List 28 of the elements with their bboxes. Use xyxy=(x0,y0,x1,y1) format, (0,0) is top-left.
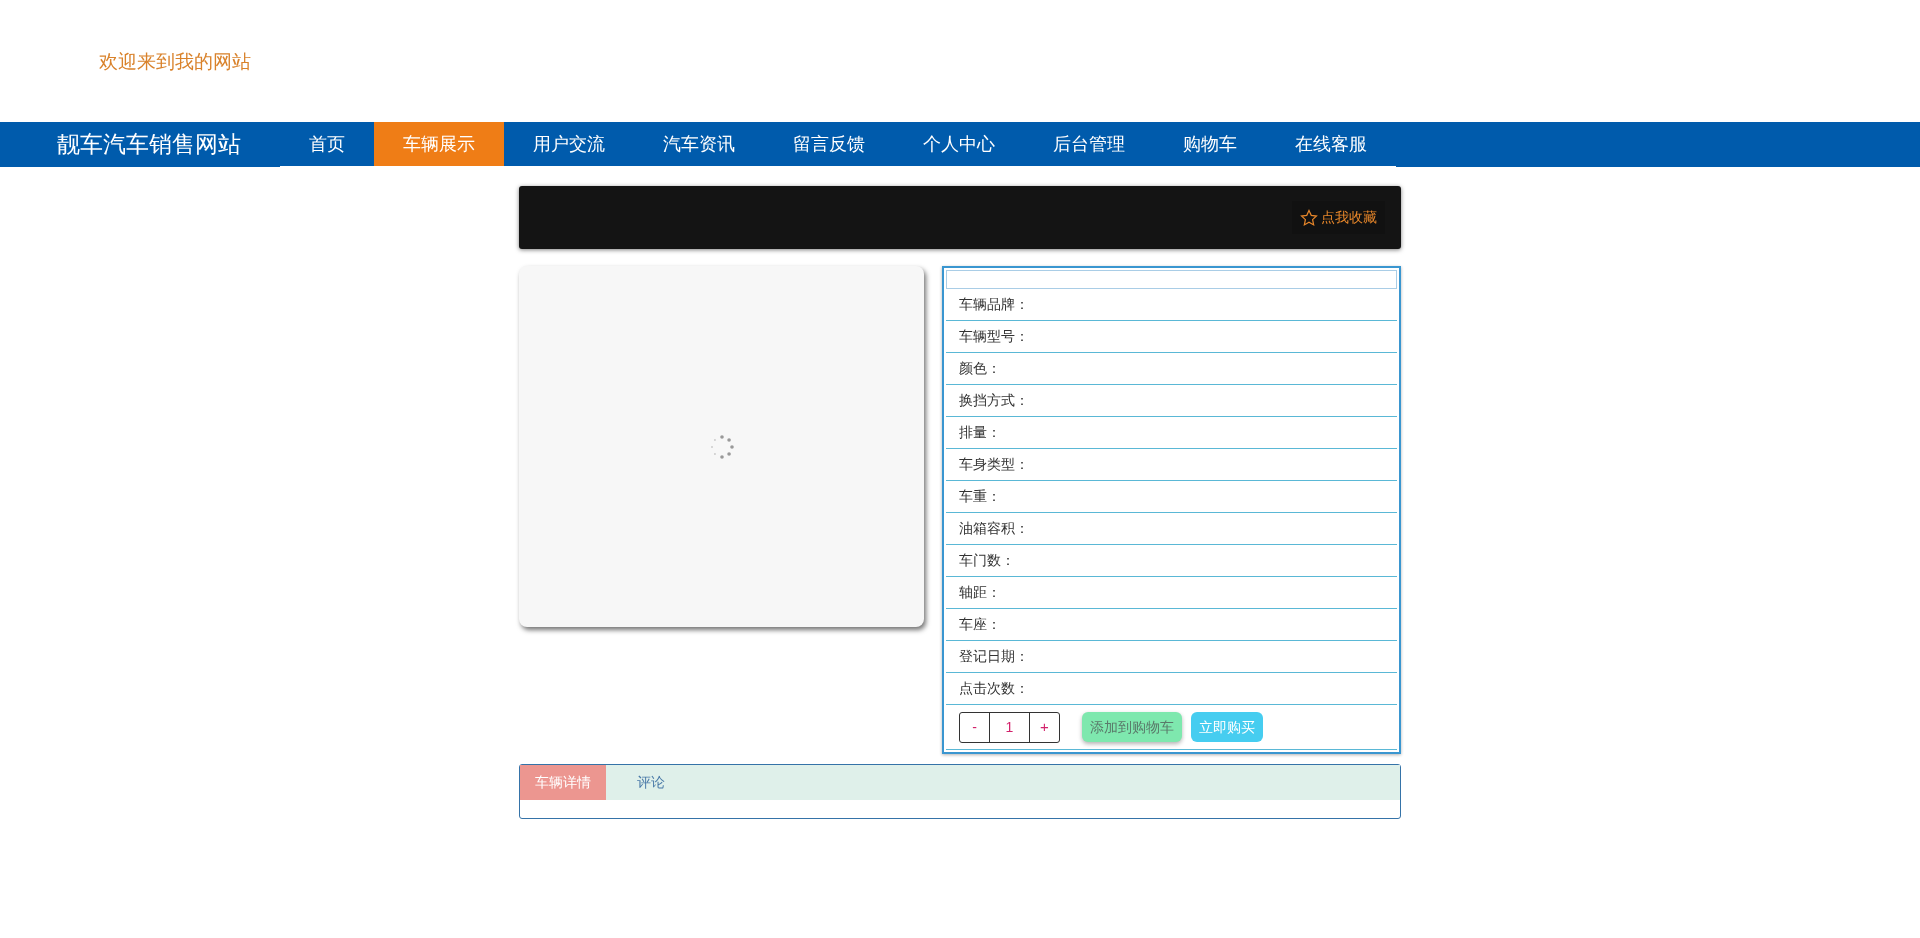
loading-spinner-icon xyxy=(708,433,735,460)
field-label: 颜色： xyxy=(959,359,1001,378)
field-label: 车座： xyxy=(959,615,1001,634)
welcome-text: 欢迎来到我的网站 xyxy=(99,50,251,74)
nav-tab[interactable]: 后台管理 xyxy=(1024,122,1154,167)
nav-tab[interactable]: 在线客服 xyxy=(1266,122,1396,167)
nav-tab[interactable]: 留言反馈 xyxy=(764,122,894,167)
quantity-field[interactable]: 1 xyxy=(990,712,1030,742)
field-label: 油箱容积： xyxy=(959,519,1029,538)
field-label: 排量： xyxy=(959,423,1001,442)
detail-tab[interactable]: 评论 xyxy=(622,765,680,800)
field-label: 点击次数： xyxy=(959,679,1029,698)
nav-tab[interactable]: 汽车资讯 xyxy=(634,122,764,167)
decrease-button[interactable]: - xyxy=(960,712,990,742)
field-label: 轴距： xyxy=(959,583,1001,602)
field-label: 换挡方式： xyxy=(959,391,1029,410)
star-icon xyxy=(1300,208,1318,227)
field-label: 车身类型： xyxy=(959,455,1029,474)
field-label: 车辆品牌： xyxy=(959,295,1029,314)
nav-tab[interactable]: 用户交流 xyxy=(504,122,634,167)
field-label: 车辆型号： xyxy=(959,327,1029,346)
nav-tab[interactable]: 购物车 xyxy=(1154,122,1266,167)
field-label: 车重： xyxy=(959,487,1001,506)
nav-tab[interactable]: 个人中心 xyxy=(894,122,1024,167)
field-label: 登记日期： xyxy=(959,647,1029,666)
increase-button[interactable]: + xyxy=(1030,712,1059,742)
field-label: 车门数： xyxy=(959,551,1015,570)
site-title: 靓车汽车销售网站 xyxy=(56,130,242,160)
